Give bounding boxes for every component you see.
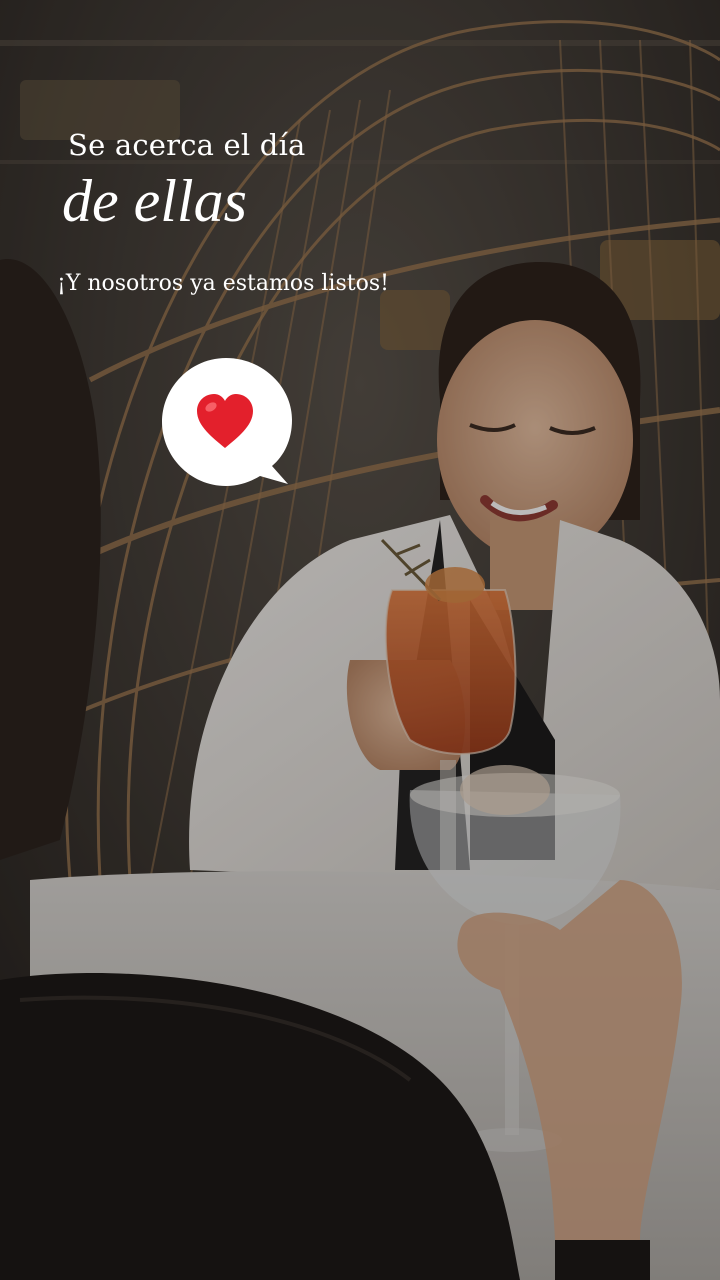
heart-reaction-sticker[interactable] <box>160 356 296 488</box>
heart-icon <box>197 394 253 448</box>
subline-text: ¡Y nosotros ya estamos listos! <box>57 271 389 296</box>
headline-line-1: Se acerca el día <box>68 128 306 162</box>
story-canvas: Se acerca el día de ellas ¡Y nosotros ya… <box>0 0 720 1280</box>
headline-line-2: de ellas <box>62 168 247 234</box>
